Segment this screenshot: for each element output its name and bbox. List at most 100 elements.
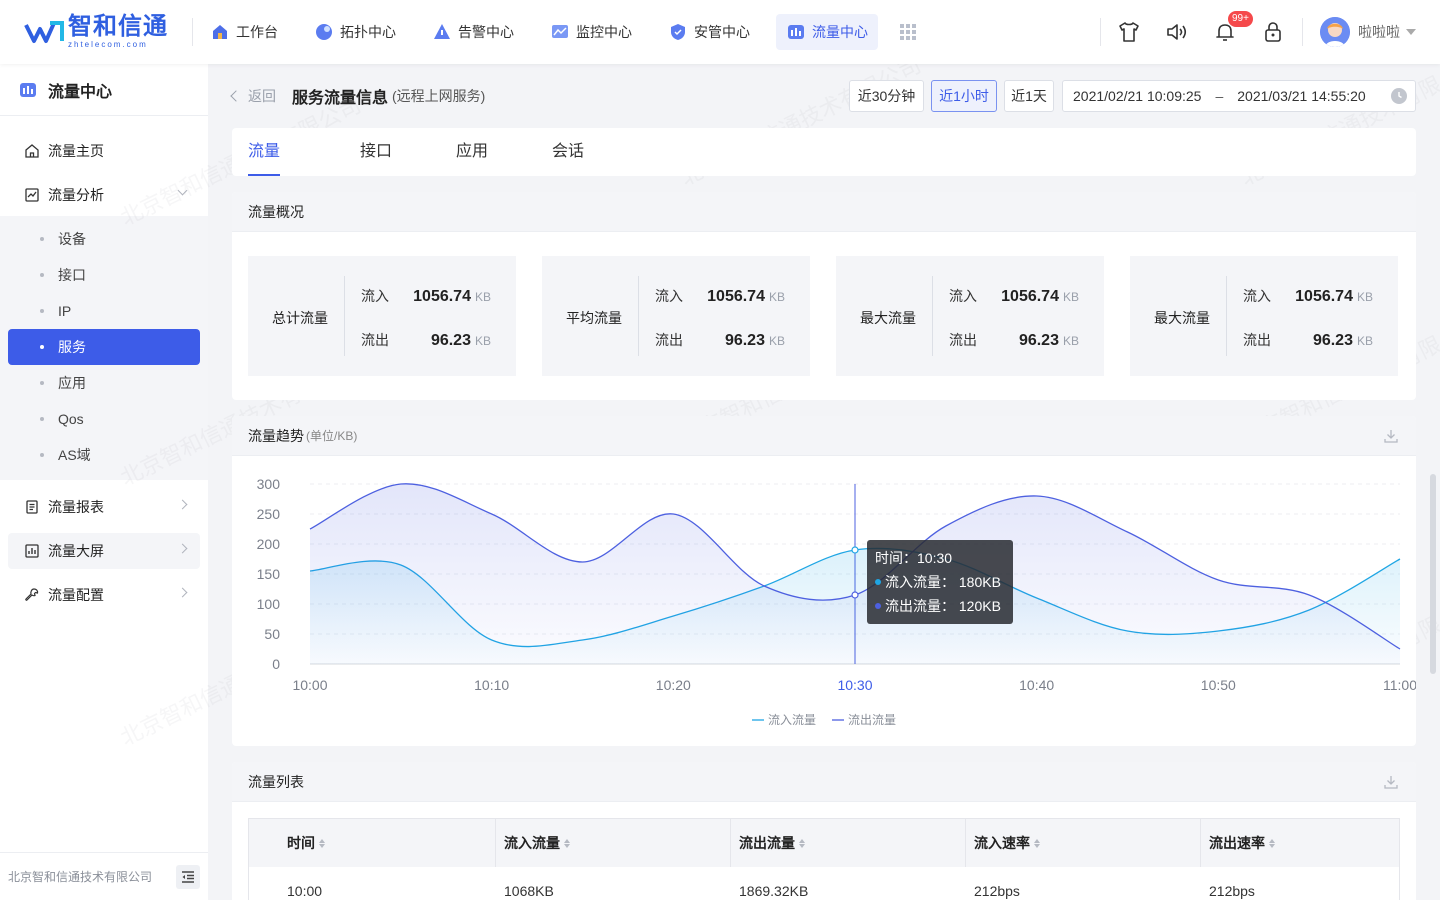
sidebar-item-home[interactable]: 流量主页 [8,133,200,169]
breadcrumb: 返回 服务流量信息 (远程上网服务) [230,80,485,112]
y-tick-label: 200 [257,536,281,552]
sidebar-item-analysis[interactable]: 流量分析 [8,177,200,213]
submenu-label: AS域 [58,447,91,463]
tshirt-icon[interactable] [1117,20,1141,44]
stat-out-row: 流出 96.23 KB [361,330,491,350]
submenu-label: 设备 [58,231,86,247]
tooltip-out: 流出流量： 120KB [885,598,1001,614]
bullet-icon [40,237,44,241]
nav-label: 告警中心 [458,24,514,40]
divider [1100,18,1101,46]
highlight-point [851,546,859,554]
apps-grid-button[interactable] [894,14,922,50]
table-cell: 1869.32KB [739,883,809,899]
unit: KB [1062,290,1079,304]
volume-icon[interactable] [1165,20,1189,44]
download-icon[interactable] [1384,775,1398,789]
shield-icon [671,24,685,40]
out-value: 96.23 [724,332,765,349]
column-header-out-rate[interactable]: 流出速率 [1201,819,1399,867]
overview-card: 流量概况 总计流量 流入 1056.74 KB 流出 96.23 KB 平均流量 流入 1… [232,192,1416,400]
out-value: 96.23 [1312,332,1353,349]
card-title: 流量列表 [248,773,304,790]
download-icon[interactable] [1384,429,1398,443]
nav-item-security[interactable]: 安管中心 [658,14,760,50]
card-title: 流量趋势 [248,427,304,444]
collapse-sidebar-button[interactable] [176,865,200,889]
stat-out-row: 流出 96.23 KB [1243,330,1373,350]
nav-item-workbench[interactable]: 工作台 [200,14,288,50]
in-label: 流入 [655,288,683,304]
user-menu[interactable]: 啦啦啦 [1320,17,1416,47]
highlight-point [851,591,859,599]
out-value: 96.23 [430,332,471,349]
time-1hour-button[interactable]: 近1小时 [931,80,997,112]
logo[interactable]: 智和信通 zhtelecom.com [24,14,168,50]
x-tick-label: 10:30 [837,677,872,693]
column-header-out[interactable]: 流出流量 [731,819,966,867]
sort-icon [1269,838,1275,848]
submenu-item-device[interactable]: 设备 [8,221,200,257]
x-tick-label: 11:00 [1383,677,1416,693]
nav-item-alarm[interactable]: 告警中心 [422,14,524,50]
scrollbar[interactable] [1430,474,1436,674]
sidebar-item-config[interactable]: 流量配置 [8,577,200,613]
table-row[interactable]: 10:00 1068KB 1869.32KB 212bps 212bps [249,867,1399,900]
legend-label: 流出流量 [848,713,896,727]
divider [1226,276,1227,356]
out-label: 流出 [1243,332,1271,348]
stat-label: 最大流量 [860,310,916,326]
time-30min-button[interactable]: 近30分钟 [849,80,924,112]
bullet-icon [40,453,44,457]
in-value: 1056.74 [413,288,471,305]
tab-session[interactable]: 会话 [552,128,584,176]
submenu-label: 应用 [58,375,86,391]
sidebar-item-report[interactable]: 流量报表 [8,489,200,525]
trend-card: 流量趋势 (单位/KB) 0 50 100 150 200 250 300 10:00 10:10… [232,416,1416,746]
card-title: 流量概况 [248,203,304,220]
sidebar-item-label: 流量配置 [48,587,104,603]
date-range-picker[interactable]: 2021/02/21 10:09:25 – 2021/03/21 14:55:2… [1062,80,1416,112]
nav-item-topology[interactable]: 拓扑中心 [304,14,406,50]
logo-mark-icon [24,21,64,43]
trend-chart[interactable]: 0 50 100 150 200 250 300 10:00 10:10 10:20 10:30 10… [232,456,1416,746]
submenu-item-service[interactable]: 服务 [8,329,200,365]
card-header: 流量概况 [232,192,1416,232]
sidebar-footer: 北京智和信通技术有限公司 [0,852,208,900]
column-header-in[interactable]: 流入流量 [496,819,731,867]
logo-domain: zhtelecom.com [68,40,148,49]
stat-card: 最大流量 流入 1056.74 KB 流出 96.23 KB [1130,256,1398,376]
tab-traffic[interactable]: 流量 [248,128,281,176]
unit: KB [1356,290,1373,304]
tab-interface[interactable]: 接口 [360,128,392,176]
table-header: 时间 流入流量 流出流量 流入速率 流出速率 [249,819,1399,867]
back-link[interactable]: 返回 [230,86,276,106]
x-tick-label: 10:50 [1201,677,1236,693]
y-tick-label: 0 [272,656,280,672]
unit: KB [1062,334,1079,348]
nav-item-traffic[interactable]: 流量中心 [776,14,878,50]
column-header-time[interactable]: 时间 [249,819,496,867]
tooltip-in: 流入流量： 180KB [885,574,1001,590]
tab-bar: 流量 接口 应用 会话 [232,128,1416,176]
lock-icon[interactable] [1261,20,1285,44]
range-separator: – [1215,88,1224,104]
tab-application[interactable]: 应用 [456,128,488,176]
nav-item-monitor[interactable]: 监控中心 [540,14,642,50]
submenu-item-interface[interactable]: 接口 [8,257,200,293]
out-label: 流出 [361,332,389,348]
company-name: 北京智和信通技术有限公司 [8,870,153,884]
submenu-item-as-domain[interactable]: AS域 [8,437,200,473]
submenu-item-qos[interactable]: Qos [8,401,200,437]
column-header-in-rate[interactable]: 流入速率 [966,819,1201,867]
bullet-icon [40,417,44,421]
submenu-item-ip[interactable]: IP [8,293,200,329]
y-tick-label: 50 [264,626,280,642]
stat-label: 最大流量 [1154,310,1210,326]
chevron-right-icon [177,499,188,510]
nav-label: 监控中心 [576,24,632,40]
submenu-item-application[interactable]: 应用 [8,365,200,401]
home-icon [213,25,227,39]
sidebar-item-bigscreen[interactable]: 流量大屏 [8,533,200,569]
time-1day-button[interactable]: 近1天 [1004,80,1054,112]
